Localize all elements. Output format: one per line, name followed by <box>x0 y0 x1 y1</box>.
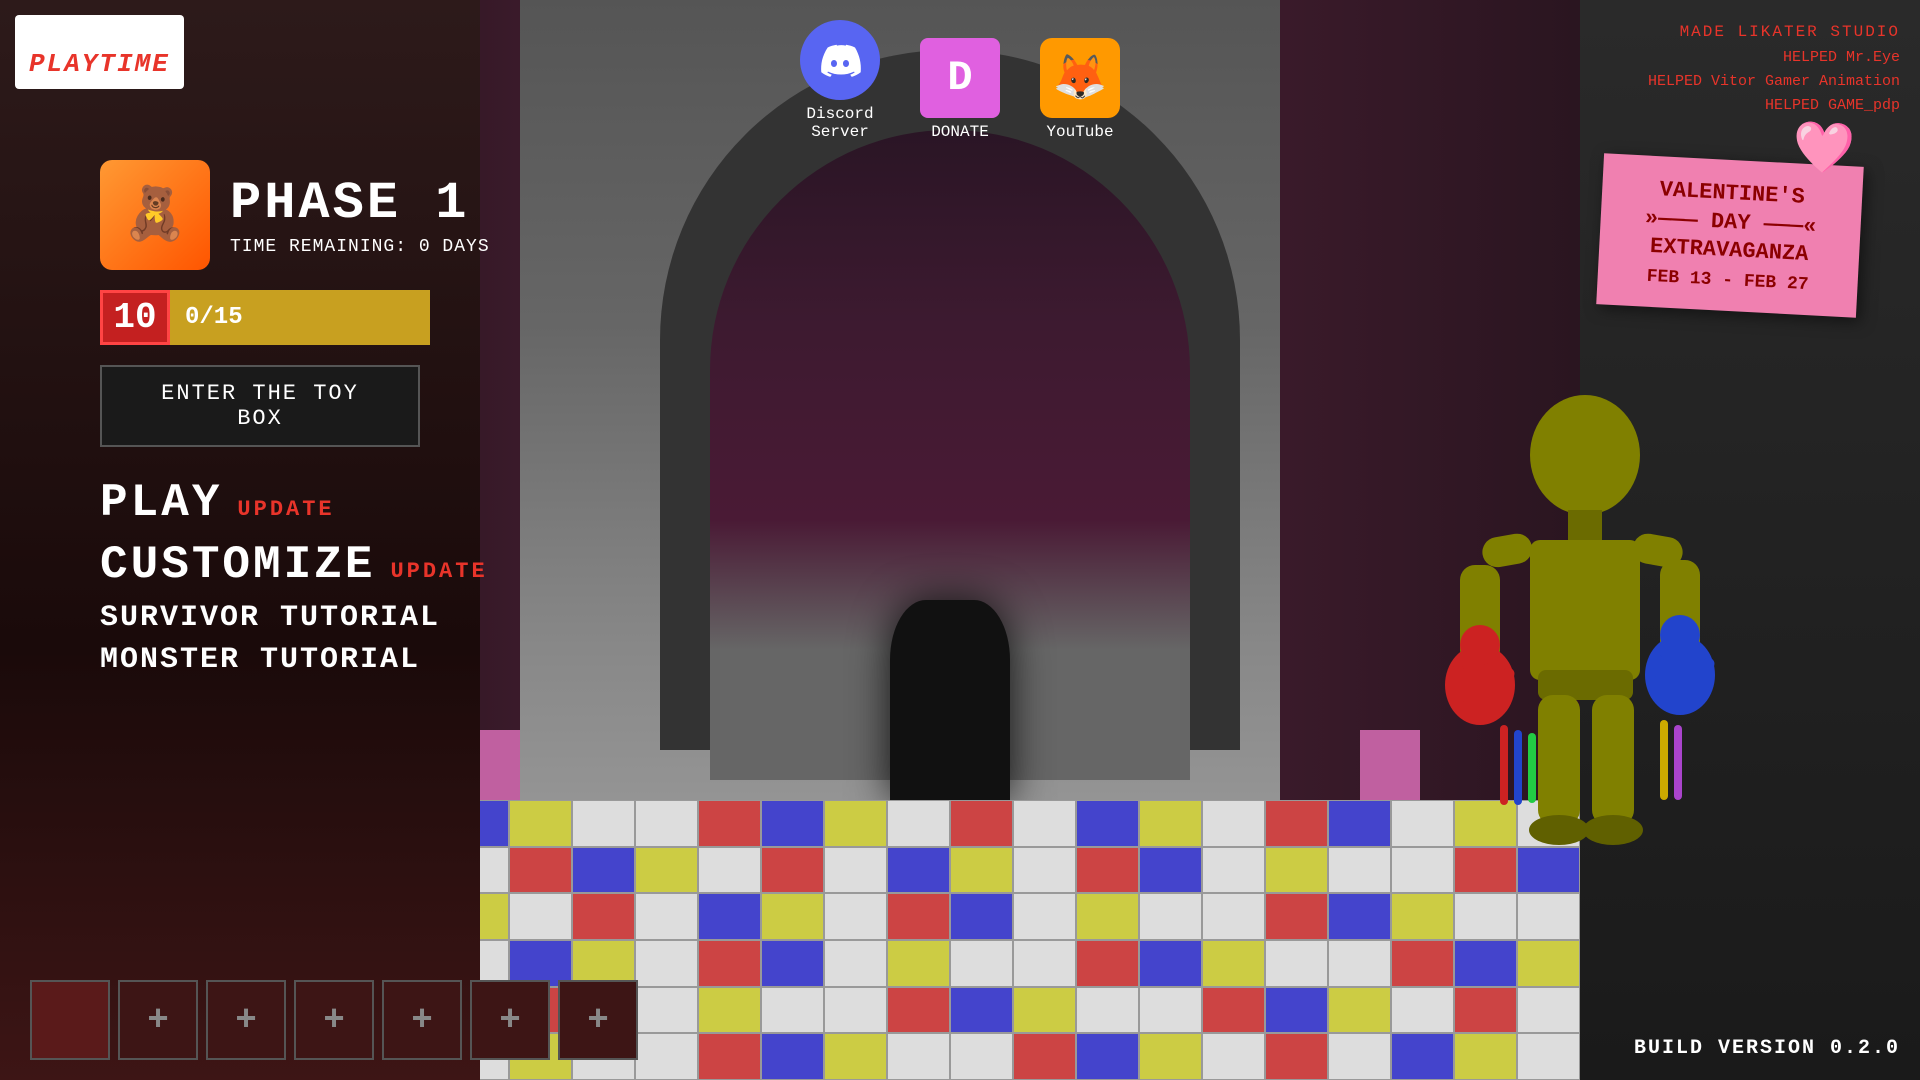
slot-3-plus: + <box>323 1000 345 1041</box>
logo-project-text: PROJECT: <box>29 23 170 49</box>
survivor-tutorial-label: SURVIVOR TUTORIAL <box>100 601 440 635</box>
monster-tutorial-item[interactable]: MONSTER TUTORIAL <box>100 643 490 677</box>
valentines-line3: EXTRAVAGANZA <box>1649 234 1809 267</box>
slot-6-plus: + <box>587 1000 609 1041</box>
slot-5-plus: + <box>499 1000 521 1041</box>
discord-label: DiscordServer <box>806 105 873 141</box>
slot-4-plus: + <box>411 1000 433 1041</box>
credits-helped-1: HELPED Mr.Eye <box>1648 46 1900 70</box>
play-update-badge: UPDATE <box>237 497 334 522</box>
social-bar: DiscordServer D DONATE 🦊 YouTube <box>800 20 1120 141</box>
phase-section: 🧸 PHASE 1 TIME REMAINING: 0 DAYS <box>100 160 490 270</box>
slot-1-plus: + <box>147 1000 169 1041</box>
slot-2-plus: + <box>235 1000 257 1041</box>
play-menu-item[interactable]: PLAY UPDATE <box>100 477 490 529</box>
progress-section: 10 0/15 <box>100 290 490 345</box>
youtube-label: YouTube <box>1046 123 1113 141</box>
slot-5[interactable]: + <box>470 980 550 1060</box>
character-mannequin <box>1420 375 1740 880</box>
enter-toybox-button[interactable]: ENTER THE TOY BOX <box>100 365 420 447</box>
customize-menu-item[interactable]: CUSTOMIZE UPDATE <box>100 539 490 591</box>
slot-0[interactable] <box>30 980 110 1060</box>
progress-text: 0/15 <box>185 304 243 331</box>
menu-panel: 🧸 PHASE 1 TIME REMAINING: 0 DAYS 10 0/15… <box>100 160 490 685</box>
game-logo: PROJECT: PLAYTIME <box>15 15 184 89</box>
customize-update-badge: UPDATE <box>390 559 487 584</box>
survivor-tutorial-item[interactable]: SURVIVOR TUTORIAL <box>100 601 490 635</box>
credits-made-by: MADE LIKATER STUDIO <box>1648 20 1900 46</box>
time-remaining: TIME REMAINING: 0 DAYS <box>230 237 490 257</box>
wave-badge: 10 <box>100 290 170 345</box>
phase-title: PHASE 1 <box>230 174 490 233</box>
youtube-icon: 🦊 <box>1040 38 1120 118</box>
valentines-card: 🩷 VALENTINE'S »——— DAY ———« EXTRAVAGANZA… <box>1596 153 1864 317</box>
donate-label: DONATE <box>931 123 989 141</box>
valentines-line1: VALENTINE'S <box>1659 177 1805 210</box>
slot-2[interactable]: + <box>206 980 286 1060</box>
donate-button[interactable]: D DONATE <box>920 38 1000 141</box>
phase-icon: 🧸 <box>100 160 210 270</box>
logo-box: PROJECT: PLAYTIME <box>15 15 184 89</box>
slot-6[interactable]: + <box>558 980 638 1060</box>
slot-4[interactable]: + <box>382 980 462 1060</box>
build-version: BUILD VERSION 0.2.0 <box>1634 1037 1900 1060</box>
youtube-button[interactable]: 🦊 YouTube <box>1040 38 1120 141</box>
credits-helped-2: HELPED Vitor Gamer Animation <box>1648 70 1900 94</box>
credits-helped-3: HELPED GAME_pdp <box>1648 94 1900 118</box>
phase-info: PHASE 1 TIME REMAINING: 0 DAYS <box>230 174 490 257</box>
valentines-heart-icon: 🩷 <box>1791 118 1856 182</box>
discord-button[interactable]: DiscordServer <box>800 20 880 141</box>
discord-icon <box>800 20 880 100</box>
monster-tutorial-label: MONSTER TUTORIAL <box>100 643 420 677</box>
valentines-title: VALENTINE'S »——— DAY ———« EXTRAVAGANZA <box>1619 174 1843 271</box>
logo-playtime-text: PLAYTIME <box>29 49 170 80</box>
slot-1[interactable]: + <box>118 980 198 1060</box>
creature-silhouette <box>890 600 1010 800</box>
hallway-background: (function(){ const colors = ['white','re… <box>320 0 1580 1080</box>
credits-panel: MADE LIKATER STUDIO HELPED Mr.Eye HELPED… <box>1648 20 1900 118</box>
donate-icon: D <box>920 38 1000 118</box>
slot-3[interactable]: + <box>294 980 374 1060</box>
customize-label: CUSTOMIZE <box>100 539 375 591</box>
bottom-slots: + + + + + + <box>30 980 638 1060</box>
progress-bar: 0/15 <box>170 290 430 345</box>
play-label: PLAY <box>100 477 222 529</box>
